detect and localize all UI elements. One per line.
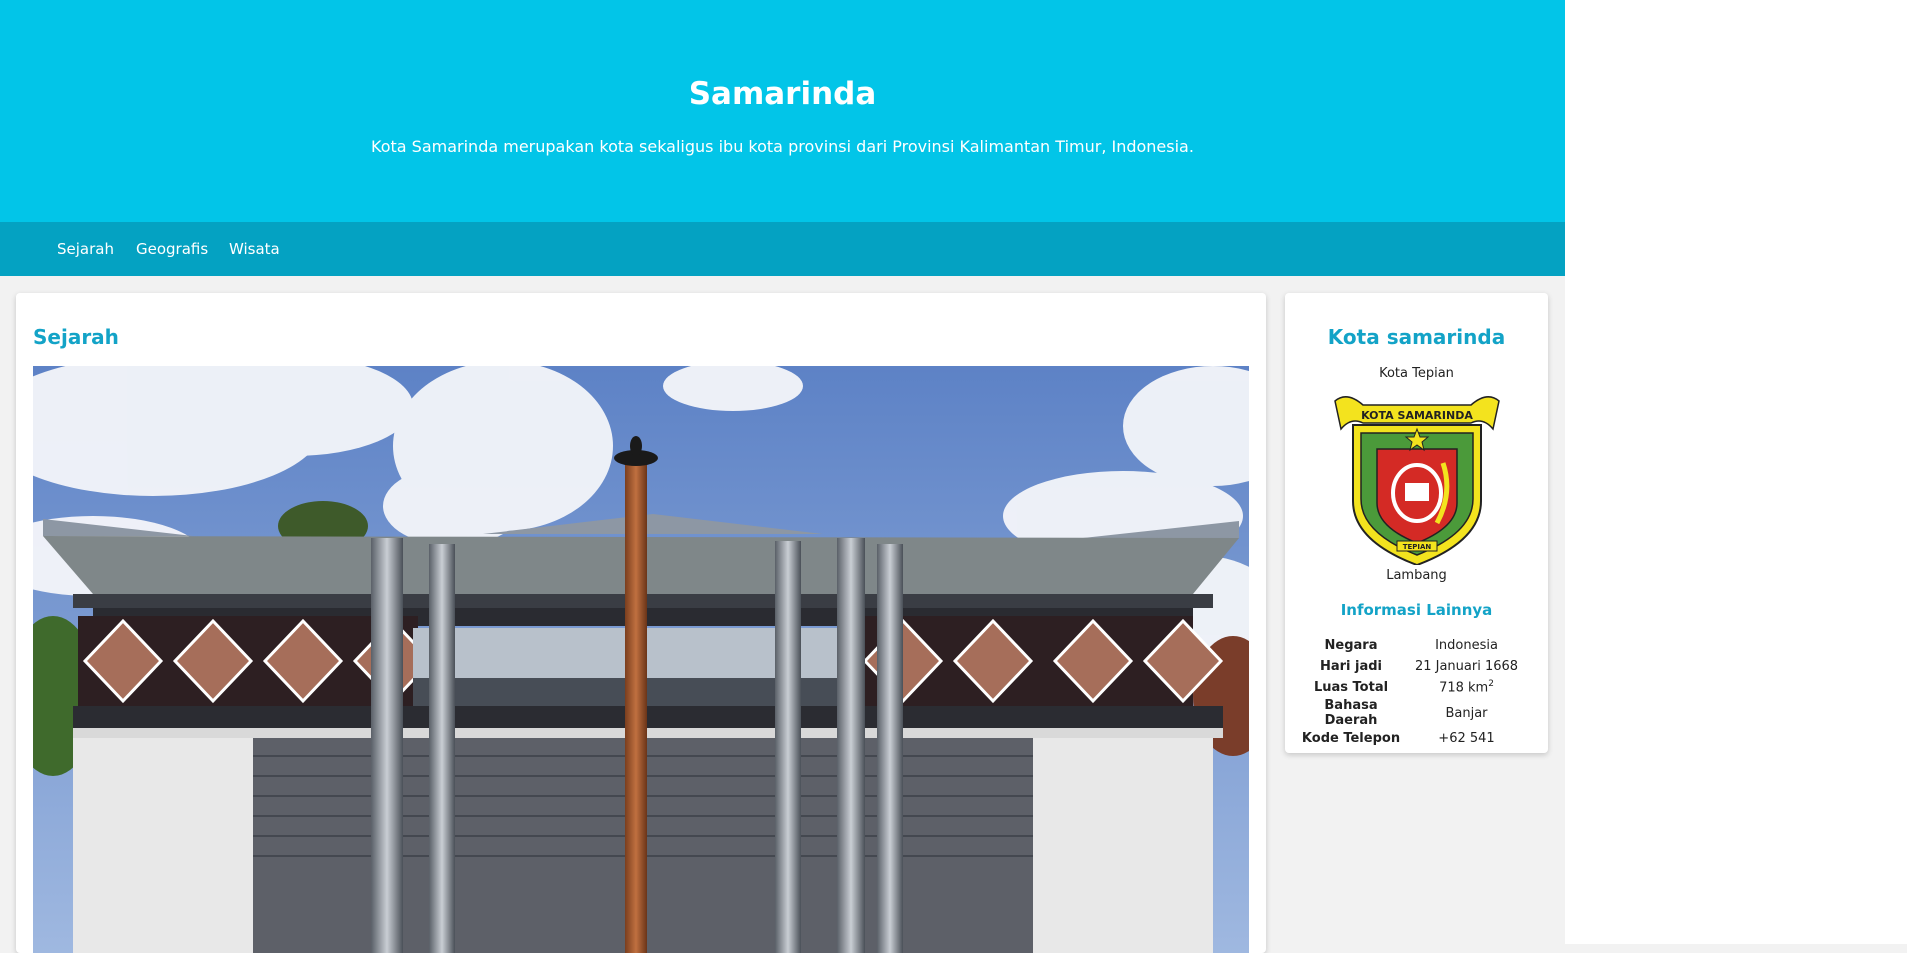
info-value-area: 718 km2 [1403,677,1530,698]
nav-item-geografis[interactable]: Geografis [136,239,208,259]
emblem-caption: Lambang [1386,568,1447,583]
hero-header: Samarinda Kota Samarinda merupakan kota … [0,0,1565,222]
area-value: 718 km [1439,680,1489,696]
info-card: Kota samarinda Kota Tepian KOTA SAMARIND… [1285,293,1548,753]
nav-item-wisata[interactable]: Wisata [229,239,280,259]
info-key: Luas Total [1313,680,1389,695]
city-emblem: KOTA SAMARINDA TEPIAN [1333,393,1501,569]
info-value: +62 541 [1438,731,1495,746]
info-key: Kode Telepon [1301,731,1401,746]
building-photo [33,366,1249,953]
table-row: Hari jadi 21 Januari 1668 [1299,656,1530,677]
info-value: Indonesia [1435,638,1498,653]
info-key: Bahasa Daerah [1324,698,1378,728]
info-table: Negara Indonesia Hari jadi 21 Januari 16… [1299,635,1530,749]
history-card: Sejarah [16,293,1266,953]
table-row: Negara Indonesia [1299,635,1530,656]
info-value: Banjar [1445,705,1488,721]
page-title: Samarinda [688,76,877,112]
table-row: Bahasa Daerah Banjar [1299,698,1530,728]
info-key: Negara [1324,638,1378,653]
table-row: Kode Telepon +62 541 [1299,728,1530,749]
info-card-title: Kota samarinda [1327,325,1506,349]
page-subtitle: Kota Samarinda merupakan kota sekaligus … [371,137,1194,156]
city-nickname: Kota Tepian [1379,366,1454,381]
table-row: Luas Total 718 km2 [1299,677,1530,698]
info-title: Informasi Lainnya [1340,601,1493,619]
section-title: Sejarah [33,325,119,349]
info-value: 21 Januari 1668 [1414,659,1519,674]
info-key: Hari jadi [1319,659,1383,674]
top-nav: Sejarah Geografis Wisata [0,222,1565,276]
building-illustration [33,366,1249,953]
page-gutter [1565,0,1907,944]
nav-item-sejarah[interactable]: Sejarah [57,239,114,259]
emblem-banner-text: KOTA SAMARINDA [1361,409,1473,422]
area-unit-exponent: 2 [1488,679,1494,690]
emblem-ribbon-text: TEPIAN [1403,543,1432,551]
